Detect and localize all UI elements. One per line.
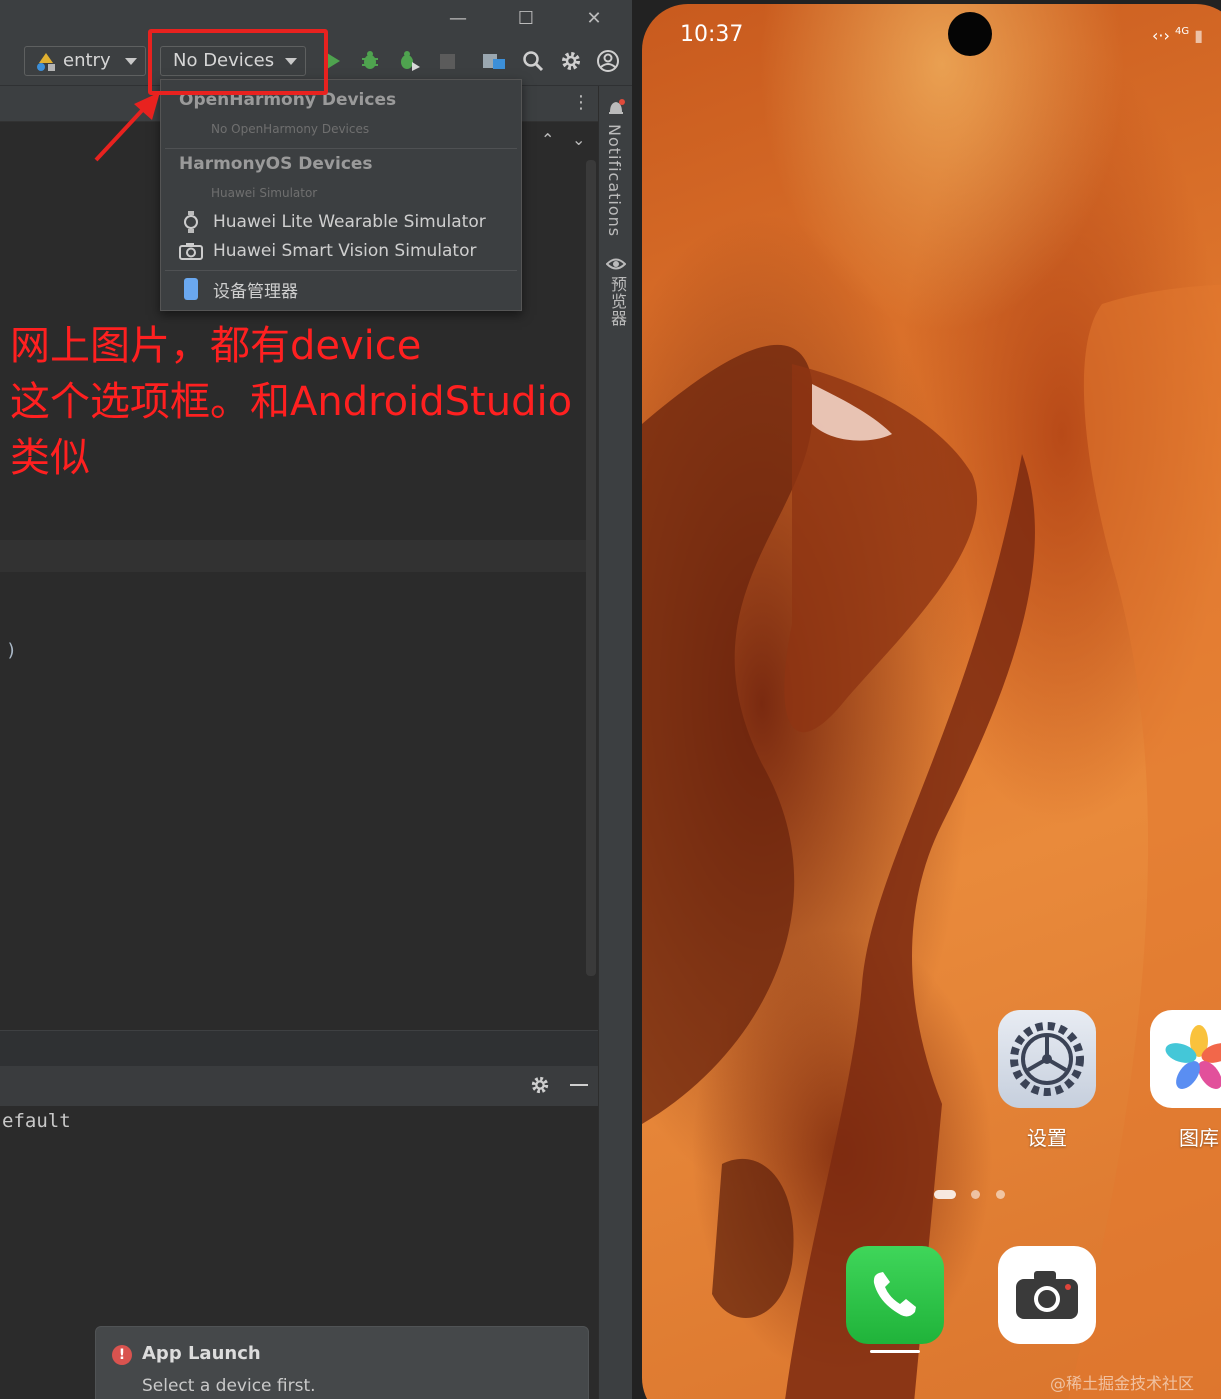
- app-label: 图库: [1179, 1126, 1219, 1150]
- page-indicator[interactable]: [996, 1190, 1005, 1199]
- editor-scrollbar[interactable]: [586, 160, 596, 976]
- watermark: @稀土掘金技术社区: [1050, 1374, 1195, 1393]
- menu-item-label: 设备管理器: [213, 281, 298, 302]
- right-tool-strip: Notifications 预览器: [598, 86, 632, 1399]
- account-icon[interactable]: [595, 48, 621, 74]
- close-button[interactable]: ✕: [574, 6, 614, 32]
- menu-divider: [165, 270, 517, 271]
- home-screen[interactable]: 10:37 ‹·› 4G ▮ 设置 图库: [642, 4, 1221, 1399]
- app-gallery[interactable]: 图库: [1150, 1010, 1221, 1151]
- annotation-line: 网上图片，都有device: [10, 323, 422, 369]
- notification-message: Select a device first.: [142, 1376, 316, 1396]
- error-icon: !: [112, 1345, 132, 1365]
- menu-item-label: Huawei Smart Vision Simulator: [213, 241, 477, 261]
- annotation-line: 类似: [10, 435, 90, 481]
- chevron-down-icon[interactable]: ⌄: [572, 130, 585, 149]
- eye-icon: [605, 256, 627, 275]
- notification-title: App Launch: [142, 1343, 261, 1364]
- camera-icon: [177, 242, 205, 260]
- menu-item-lite-wearable[interactable]: Huawei Lite Wearable Simulator: [171, 208, 511, 236]
- search-icon[interactable]: [520, 48, 546, 74]
- bottom-panel-tabs: [0, 1030, 598, 1066]
- network-type: 4G: [1174, 26, 1190, 37]
- menu-item-smart-vision[interactable]: Huawei Smart Vision Simulator: [171, 237, 511, 265]
- maximize-button[interactable]: ☐: [506, 6, 546, 32]
- attach-debugger-icon[interactable]: [396, 48, 422, 74]
- module-icon: [35, 52, 57, 81]
- annotation-highlight-box: [148, 29, 328, 95]
- device-phone-icon: [177, 278, 205, 300]
- dock-phone[interactable]: [846, 1246, 944, 1344]
- debug-icon[interactable]: [357, 48, 383, 74]
- notifications-tool-tab[interactable]: Notifications: [605, 124, 624, 237]
- harmonyos-group-header: HarmonyOS Devices: [179, 154, 373, 174]
- status-icons: ‹·› 4G ▮: [1152, 26, 1203, 45]
- camera-icon: [998, 1246, 1096, 1344]
- dock-camera[interactable]: [998, 1246, 1096, 1344]
- settings-icon: [998, 1010, 1096, 1108]
- gear-icon[interactable]: [558, 48, 584, 74]
- annotation-line: 这个选项框。和AndroidStudio: [10, 379, 573, 425]
- data-transfer-icon: ‹·›: [1152, 26, 1170, 45]
- watch-icon: [177, 211, 205, 233]
- app-settings[interactable]: 设置: [998, 1010, 1096, 1151]
- more-options-icon[interactable]: ⋮: [572, 92, 590, 113]
- module-label: entry: [63, 50, 111, 71]
- phone-icon: [846, 1246, 944, 1344]
- chevron-down-icon: [125, 58, 137, 65]
- previewer-tool-tab[interactable]: 预览器: [605, 276, 629, 327]
- status-time: 10:37: [680, 22, 744, 47]
- ide-window: — ☐ ✕ entry No Devices ⋮) ⌃ ⌄ Notificat…: [0, 0, 632, 1399]
- minimize-button[interactable]: —: [438, 6, 478, 32]
- gear-icon[interactable]: [530, 1075, 550, 1099]
- module-selector[interactable]: entry: [24, 46, 146, 76]
- run-panel-header: [0, 1066, 598, 1106]
- device-dropdown-menu: OpenHarmony Devices No OpenHarmony Devic…: [160, 79, 522, 311]
- current-line-highlight: [0, 540, 586, 572]
- page-indicator[interactable]: [971, 1190, 980, 1199]
- dock-indicator: [870, 1350, 920, 1353]
- annotation-text: 网上图片，都有device 这个选项框。和AndroidStudio 类似: [10, 318, 572, 486]
- code-line: ): [6, 640, 17, 661]
- page-indicator-active: [934, 1190, 956, 1199]
- chevron-up-icon[interactable]: ⌃: [541, 130, 554, 149]
- menu-item-device-manager[interactable]: 设备管理器: [171, 275, 511, 303]
- app-launch-notification[interactable]: ! App Launch Select a device first.: [95, 1326, 589, 1399]
- minimize-panel-icon[interactable]: [570, 1084, 588, 1086]
- project-structure-icon[interactable]: [481, 48, 507, 74]
- phone-simulator: 10:37 ‹·› 4G ▮ 设置 图库: [632, 0, 1221, 1399]
- wallpaper: [642, 284, 1221, 1399]
- stop-icon[interactable]: [434, 48, 460, 74]
- app-label: 设置: [1027, 1126, 1067, 1150]
- bell-icon: [607, 98, 625, 122]
- front-camera-cutout: [948, 12, 992, 56]
- annotation-arrow: [94, 92, 160, 162]
- openharmony-empty-text: No OpenHarmony Devices: [211, 122, 370, 136]
- menu-divider: [165, 148, 517, 149]
- harmonyos-subheader: Huawei Simulator: [211, 186, 318, 200]
- menu-item-label: Huawei Lite Wearable Simulator: [213, 212, 486, 232]
- gallery-icon: [1150, 1010, 1221, 1108]
- signal-icon: ▮: [1194, 26, 1204, 45]
- run-output-text: efault: [2, 1110, 71, 1132]
